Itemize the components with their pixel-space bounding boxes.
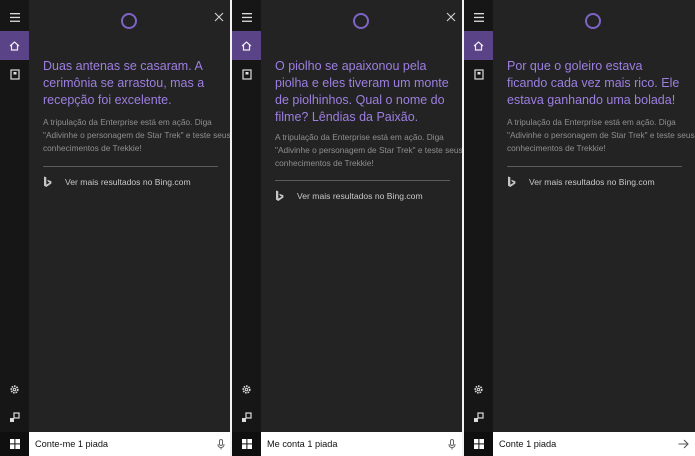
windows-start-icon[interactable]: [0, 432, 29, 456]
cortana-logo-icon: [585, 13, 601, 29]
hamburger-menu-icon[interactable]: [0, 3, 29, 32]
bing-results-link[interactable]: Ver mais resultados no Bing.com: [275, 190, 423, 202]
subtitle-text: A tripulação da Enterprise está em ação.…: [275, 132, 463, 168]
feedback-icon[interactable]: [232, 403, 261, 432]
cortana-panel-2: O piolho se apaixonou pela piolha e eles…: [232, 0, 463, 456]
cortana-content: O piolho se apaixonou pela piolha e eles…: [261, 0, 463, 432]
sidebar-rail: [464, 0, 493, 432]
close-icon[interactable]: [443, 9, 459, 25]
sidebar-rail: [232, 0, 261, 432]
search-box[interactable]: Me conta 1 piada: [261, 432, 463, 456]
feedback-icon[interactable]: [0, 403, 29, 432]
search-box[interactable]: Conte-me 1 piada: [29, 432, 231, 456]
bing-results-link[interactable]: Ver mais resultados no Bing.com: [507, 176, 655, 188]
notebook-icon[interactable]: [232, 60, 261, 89]
bing-icon: [508, 176, 516, 187]
search-query-text[interactable]: Conte-me 1 piada: [35, 439, 108, 449]
settings-gear-icon[interactable]: [232, 375, 261, 404]
notebook-icon[interactable]: [464, 60, 493, 89]
sidebar-rail: [0, 0, 29, 432]
bing-results-link[interactable]: Ver mais resultados no Bing.com: [43, 176, 191, 188]
joke-text: Por que o goleiro estava ficando cada ve…: [507, 59, 680, 107]
bing-link-label: Ver mais resultados no Bing.com: [529, 177, 655, 187]
settings-gear-icon[interactable]: [0, 375, 29, 404]
close-icon[interactable]: [211, 9, 227, 25]
cortana-panel-1: Duas antenas se casaram. A cerimônia se …: [0, 0, 231, 456]
arrow-right-icon[interactable]: [676, 437, 690, 451]
cortana-logo-icon: [353, 13, 369, 29]
feedback-icon[interactable]: [464, 403, 493, 432]
search-query-text[interactable]: Conte 1 piada: [499, 439, 556, 449]
windows-start-icon[interactable]: [232, 432, 261, 456]
windows-start-icon[interactable]: [464, 432, 493, 456]
bing-link-label: Ver mais resultados no Bing.com: [297, 191, 423, 201]
taskbar: Conte 1 piada: [464, 432, 695, 456]
cortana-panel-3: Por que o goleiro estava ficando cada ve…: [464, 0, 695, 456]
subtitle-text: A tripulação da Enterprise está em ação.…: [507, 117, 695, 153]
bing-link-label: Ver mais resultados no Bing.com: [65, 177, 191, 187]
subtitle-text: A tripulação da Enterprise está em ação.…: [43, 117, 231, 153]
bing-icon: [276, 190, 284, 201]
search-query-text[interactable]: Me conta 1 piada: [267, 439, 338, 449]
search-box[interactable]: Conte 1 piada: [493, 432, 695, 456]
home-icon[interactable]: [464, 31, 493, 60]
divider: [275, 180, 450, 181]
home-icon[interactable]: [0, 31, 29, 60]
settings-gear-icon[interactable]: [464, 375, 493, 404]
taskbar: Conte-me 1 piada: [0, 432, 231, 456]
microphone-icon[interactable]: [214, 437, 228, 451]
taskbar: Me conta 1 piada: [232, 432, 463, 456]
notebook-icon[interactable]: [0, 60, 29, 89]
bing-icon: [44, 176, 52, 187]
joke-text: O piolho se apaixonou pela piolha e eles…: [275, 59, 449, 124]
joke-text: Duas antenas se casaram. A cerimônia se …: [43, 59, 205, 107]
home-icon[interactable]: [232, 31, 261, 60]
cortana-content: Por que o goleiro estava ficando cada ve…: [493, 0, 695, 432]
hamburger-menu-icon[interactable]: [232, 3, 261, 32]
divider: [507, 166, 682, 167]
divider: [43, 166, 218, 167]
hamburger-menu-icon[interactable]: [464, 3, 493, 32]
cortana-content: Duas antenas se casaram. A cerimônia se …: [29, 0, 231, 432]
cortana-logo-icon: [121, 13, 137, 29]
microphone-icon[interactable]: [445, 437, 459, 451]
